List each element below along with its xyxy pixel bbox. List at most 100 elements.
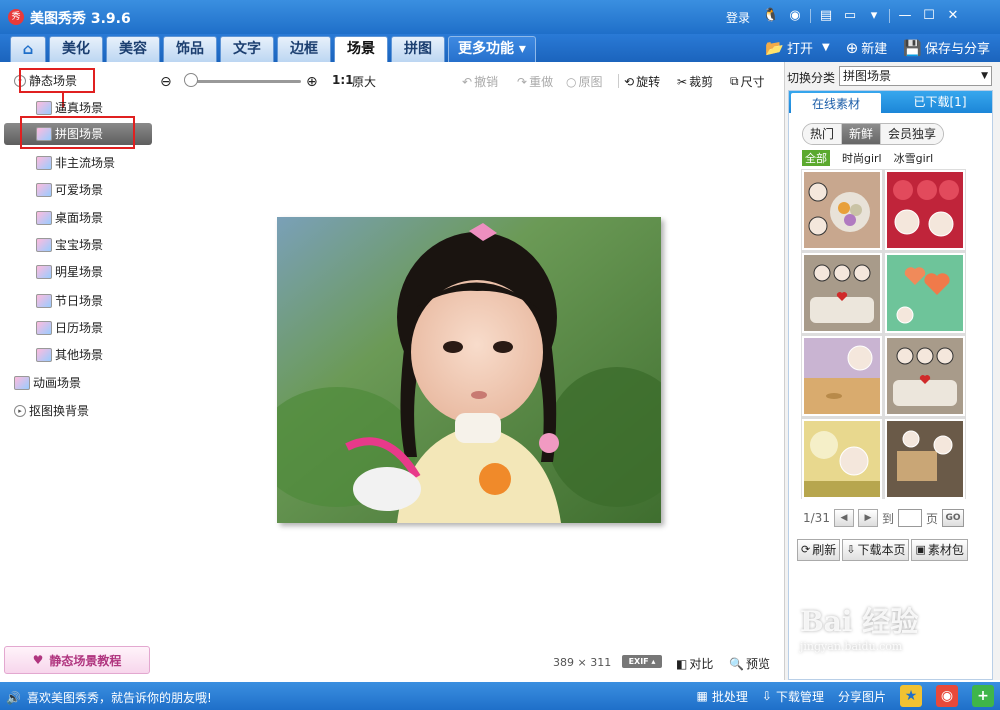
download-manager-button[interactable]: ⇩ 下载管理 [762,688,824,705]
undo-button[interactable]: ↶ 撤销 [462,73,498,90]
app-logo-icon: 秀 [8,9,24,25]
material-thumb[interactable] [885,253,965,333]
crop-button[interactable]: ✂ 裁剪 [677,73,713,90]
material-thumb[interactable] [885,170,965,250]
tab-accessories[interactable]: 饰品 [163,36,217,62]
tab-downloaded[interactable]: 已下载[1] [895,91,985,113]
raspberry-collage-thumb [887,172,963,248]
news-icon[interactable]: ▤ [817,7,835,25]
new-button[interactable]: ⊕ 新建 [846,38,888,58]
maximize-icon[interactable]: ☐ [920,7,938,25]
material-pack-button[interactable]: ▣ 素材包 [911,539,968,561]
tree-item-star[interactable]: 明星场景 [36,261,103,283]
tab-border[interactable]: 边框 [277,36,331,62]
autumn-collage-thumb [804,421,880,497]
pill-vip[interactable]: 会员独享 [881,124,944,144]
star-icon[interactable]: ★ [900,685,922,707]
close-icon[interactable]: ✕ [944,7,962,25]
refresh-button[interactable]: ⟳ 刷新 [797,539,841,561]
tree-item-non-mainstream[interactable]: 非主流场景 [36,152,115,174]
zoom-slider-thumb[interactable] [183,73,198,87]
dropdown-menu-icon[interactable]: ▾ [865,7,883,25]
footprint-icon: ♥ [32,653,44,667]
scene-thumb-icon [36,101,52,115]
category-ice-girl[interactable]: 冰雪girl [894,150,934,166]
download-icon: ⇩ [846,543,856,556]
weibo-share-icon[interactable]: ◉ [936,685,958,707]
tab-scene[interactable]: 场景 [334,36,388,62]
preview-button[interactable]: 🔍 预览 [729,655,770,672]
tree-item-calendar[interactable]: 日历场景 [36,317,103,339]
tree-item-cute[interactable]: 可爱场景 [36,179,103,201]
image-canvas[interactable] [156,98,784,643]
material-thumb[interactable] [885,419,965,499]
material-thumb[interactable] [885,336,965,416]
ratio-1-1-button[interactable]: 1:1 [332,73,354,87]
minimize-icon[interactable]: — [896,7,914,25]
scene-thumb-icon [36,265,52,279]
tree-item-animated-scene[interactable]: 动画场景 [14,372,81,394]
qq-icon[interactable]: 🐧 [762,7,780,25]
tree-item-cutout-background[interactable]: ▸ 抠图换背景 [14,400,89,422]
beach-collage-thumb [804,338,880,414]
expand-arrow-icon[interactable]: ▸ [14,405,26,417]
message-icon[interactable]: ▭ [841,7,859,25]
main-tab-bar: ⌂ 美化 美容 饰品 文字 边框 场景 拼图 更多功能 ▾ 📂 打开 ▼ ⊕ 新… [0,34,1000,62]
page-number-input[interactable] [897,509,922,527]
tab-more-features[interactable]: 更多功能 ▾ [448,36,536,62]
tab-collage[interactable]: 拼图 [391,36,445,62]
category-fashion-girl[interactable]: 时尚girl [842,150,882,166]
filter-pills: 热门 新鲜 会员独享 [802,123,945,145]
pill-hot[interactable]: 热门 [803,124,843,144]
download-manager-icon: ⇩ [761,689,772,703]
save-icon: 💾 [903,38,922,57]
next-page-button[interactable]: ▶ [857,509,878,527]
tab-online-materials[interactable]: 在线素材 [791,93,881,113]
redo-button[interactable]: ↷ 重做 [517,73,553,90]
login-link[interactable]: 登录 [726,9,750,26]
open-button[interactable]: 📂 打开 ▼ [765,38,830,58]
material-grid [801,169,966,499]
category-select[interactable]: 拼图场景 ▼ [839,66,992,86]
scene-thumb-icon [36,156,52,170]
zoom-slider-track[interactable] [186,80,301,83]
tab-home[interactable]: ⌂ [10,36,46,62]
tree-item-holiday[interactable]: 节日场景 [36,290,103,312]
material-thumb[interactable] [802,170,882,250]
status-message[interactable]: 喜欢美图秀秀，就告诉你的朋友哦! [27,689,212,706]
prev-page-button[interactable]: ◀ [833,509,854,527]
weibo-icon[interactable]: ◉ [786,7,804,25]
chevron-down-icon[interactable]: ▼ [822,42,830,53]
tree-item-baby[interactable]: 宝宝场景 [36,234,103,256]
zoom-in-icon[interactable]: ⊕ [306,74,318,90]
original-image-button[interactable]: ○ 原图 [566,73,603,90]
add-icon[interactable]: + [972,685,994,707]
static-scene-tutorial-button[interactable]: ♥ 静态场景教程 [4,646,150,674]
macaron-collage-thumb [804,172,880,248]
go-button[interactable]: GO [941,509,964,527]
material-thumb[interactable] [802,336,882,416]
tab-beautify[interactable]: 美化 [49,36,103,62]
zoom-out-icon[interactable]: ⊖ [160,74,172,90]
save-share-button[interactable]: 💾 保存与分享 [903,38,990,58]
pagination: 1/31 ◀ ▶ 到 页 GO [803,509,964,527]
material-tabs: 在线素材 已下载[1] [789,91,992,113]
resize-button[interactable]: ⧉ 尺寸 [730,73,765,90]
rotate-button[interactable]: ⟲ 旋转 [624,73,660,90]
share-picture-button[interactable]: 分享图片 [838,688,886,705]
material-thumb[interactable] [802,253,882,333]
exif-button[interactable]: EXIF ▴ [622,655,662,668]
edited-photo[interactable] [277,217,661,523]
batch-process-button[interactable]: ▦ 批处理 [697,688,748,705]
tree-item-other[interactable]: 其他场景 [36,344,103,366]
download-page-button[interactable]: ⇩ 下载本页 [842,539,910,561]
original-size-button[interactable]: 原大 [352,73,376,90]
package-icon: ▣ [915,543,926,556]
compare-button[interactable]: ◧ 对比 [676,655,713,672]
category-all[interactable]: 全部 [802,150,830,166]
tab-makeup[interactable]: 美容 [106,36,160,62]
material-thumb[interactable] [802,419,882,499]
pill-fresh[interactable]: 新鲜 [842,124,882,144]
tree-item-desktop[interactable]: 桌面场景 [36,207,103,229]
tab-text[interactable]: 文字 [220,36,274,62]
